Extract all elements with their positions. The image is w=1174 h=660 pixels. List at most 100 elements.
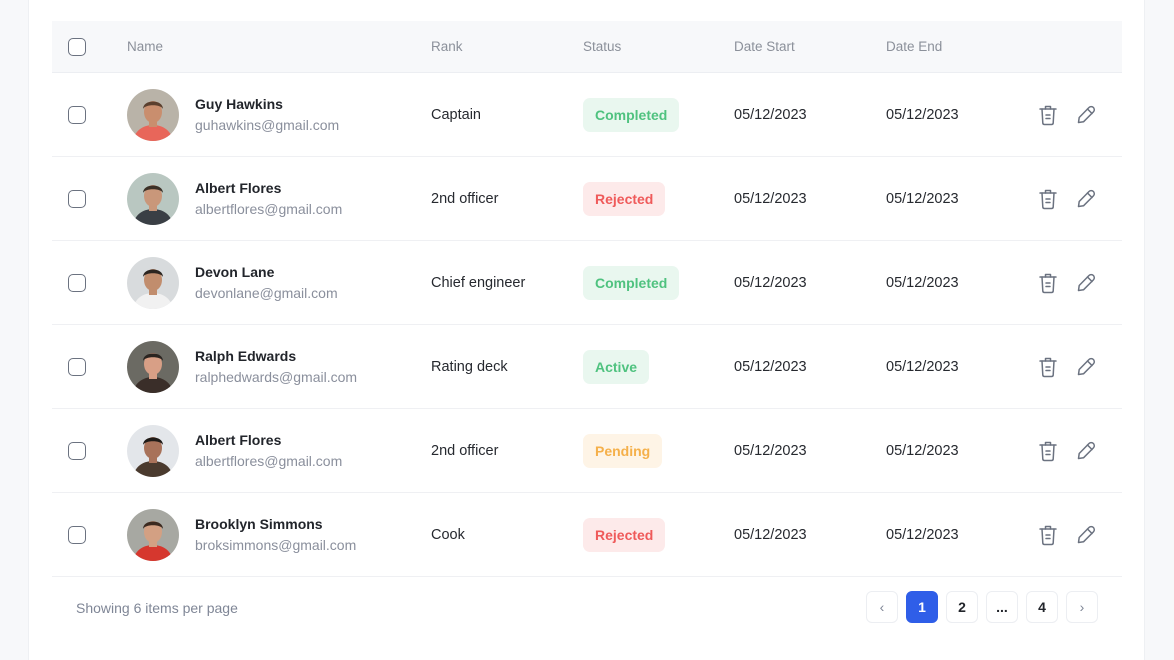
- crew-table: Name Rank Status Date Start Date End Guy…: [52, 21, 1122, 623]
- table-row[interactable]: Ralph Edwards ralphedwards@gmail.com Rat…: [52, 325, 1122, 409]
- name-cell: Devon Lane devonlane@gmail.com: [127, 241, 338, 324]
- table-row[interactable]: Albert Flores albertflores@gmail.com 2nd…: [52, 409, 1122, 493]
- page-ellipsis[interactable]: ...: [986, 591, 1018, 623]
- date-end-cell: 05/12/2023: [886, 526, 959, 543]
- pencil-icon: [1077, 105, 1096, 123]
- page-button-1[interactable]: 1: [906, 591, 938, 623]
- table-card: Name Rank Status Date Start Date End Guy…: [28, 0, 1145, 660]
- date-end-cell: 05/12/2023: [886, 190, 959, 207]
- trash-icon: [1039, 441, 1057, 461]
- header-status[interactable]: Status: [583, 21, 621, 72]
- avatar: [127, 508, 179, 561]
- status-badge: Completed: [583, 97, 680, 132]
- delete-button[interactable]: [1037, 188, 1059, 210]
- person-email: ralphedwards@gmail.com: [195, 369, 358, 385]
- next-page-button[interactable]: ›: [1066, 591, 1098, 623]
- pencil-icon: [1077, 525, 1096, 543]
- status-badge: Rejected: [583, 517, 666, 552]
- header-name[interactable]: Name: [127, 21, 163, 72]
- edit-button[interactable]: [1075, 272, 1097, 294]
- delete-button[interactable]: [1037, 104, 1059, 126]
- avatar: [127, 340, 179, 393]
- table-row[interactable]: Guy Hawkins guhawkins@gmail.com Captain …: [52, 73, 1122, 157]
- avatar: [127, 172, 179, 225]
- date-start-cell: 05/12/2023: [734, 358, 807, 375]
- actions-cell: [1037, 157, 1097, 240]
- date-start-cell: 05/12/2023: [734, 190, 807, 207]
- avatar: [127, 88, 179, 141]
- items-per-page-text: Showing 6 items per page: [76, 600, 238, 616]
- name-cell: Albert Flores albertflores@gmail.com: [127, 157, 342, 240]
- row-checkbox[interactable]: [68, 357, 86, 376]
- date-end-cell: 05/12/2023: [886, 442, 959, 459]
- trash-icon: [1039, 189, 1057, 209]
- avatar: [127, 256, 179, 309]
- actions-cell: [1037, 73, 1097, 156]
- row-checkbox[interactable]: [68, 525, 86, 544]
- pagination: ‹ 1 2 ... 4 ›: [866, 591, 1098, 623]
- delete-button[interactable]: [1037, 440, 1059, 462]
- pencil-icon: [1077, 189, 1096, 207]
- actions-cell: [1037, 325, 1097, 408]
- person-email: guhawkins@gmail.com: [195, 117, 340, 133]
- rank-cell: Cook: [431, 526, 465, 543]
- table-row[interactable]: Albert Flores albertflores@gmail.com 2nd…: [52, 157, 1122, 241]
- row-checkbox[interactable]: [68, 189, 86, 208]
- rank-cell: 2nd officer: [431, 190, 499, 207]
- actions-cell: [1037, 493, 1097, 576]
- edit-button[interactable]: [1075, 440, 1097, 462]
- actions-cell: [1037, 409, 1097, 492]
- person-email: devonlane@gmail.com: [195, 285, 338, 301]
- page-button-2[interactable]: 2: [946, 591, 978, 623]
- name-cell: Guy Hawkins guhawkins@gmail.com: [127, 73, 339, 156]
- edit-button[interactable]: [1075, 524, 1097, 546]
- status-badge: Completed: [583, 265, 680, 300]
- date-end-cell: 05/12/2023: [886, 358, 959, 375]
- table-row[interactable]: Devon Lane devonlane@gmail.com Chief eng…: [52, 241, 1122, 325]
- date-start-cell: 05/12/2023: [734, 442, 807, 459]
- row-checkbox[interactable]: [68, 441, 86, 460]
- trash-icon: [1039, 525, 1057, 545]
- table-footer: Showing 6 items per page ‹ 1 2 ... 4 ›: [52, 576, 1122, 640]
- edit-button[interactable]: [1075, 104, 1097, 126]
- rank-cell: 2nd officer: [431, 442, 499, 459]
- header-date-end[interactable]: Date End: [886, 21, 942, 72]
- person-name: Albert Flores: [195, 432, 282, 448]
- header-rank[interactable]: Rank: [431, 21, 463, 72]
- delete-button[interactable]: [1037, 524, 1059, 546]
- row-checkbox[interactable]: [68, 273, 86, 292]
- person-name: Guy Hawkins: [195, 96, 283, 112]
- pencil-icon: [1077, 441, 1096, 459]
- edit-button[interactable]: [1075, 356, 1097, 378]
- edit-button[interactable]: [1075, 188, 1097, 210]
- date-start-cell: 05/12/2023: [734, 106, 807, 123]
- row-checkbox[interactable]: [68, 105, 86, 124]
- delete-button[interactable]: [1037, 356, 1059, 378]
- select-all-checkbox[interactable]: [68, 37, 86, 56]
- delete-button[interactable]: [1037, 272, 1059, 294]
- date-end-cell: 05/12/2023: [886, 274, 959, 291]
- date-end-cell: 05/12/2023: [886, 106, 959, 123]
- trash-icon: [1039, 357, 1057, 377]
- rank-cell: Rating deck: [431, 358, 508, 375]
- pencil-icon: [1077, 357, 1096, 375]
- person-name: Brooklyn Simmons: [195, 516, 323, 532]
- rank-cell: Chief engineer: [431, 274, 526, 291]
- date-start-cell: 05/12/2023: [734, 526, 807, 543]
- prev-page-button[interactable]: ‹: [866, 591, 898, 623]
- avatar: [127, 424, 179, 477]
- person-email: albertflores@gmail.com: [195, 201, 343, 217]
- page-button-4[interactable]: 4: [1026, 591, 1058, 623]
- table-row[interactable]: Brooklyn Simmons broksimmons@gmail.com C…: [52, 493, 1122, 577]
- pencil-icon: [1077, 273, 1096, 291]
- person-name: Albert Flores: [195, 180, 282, 196]
- name-cell: Brooklyn Simmons broksimmons@gmail.com: [127, 493, 356, 576]
- person-name: Devon Lane: [195, 264, 275, 280]
- person-email: broksimmons@gmail.com: [195, 537, 357, 553]
- status-badge: Active: [583, 349, 650, 384]
- trash-icon: [1039, 105, 1057, 125]
- rank-cell: Captain: [431, 106, 481, 123]
- person-name: Ralph Edwards: [195, 348, 297, 364]
- trash-icon: [1039, 273, 1057, 293]
- header-date-start[interactable]: Date Start: [734, 21, 795, 72]
